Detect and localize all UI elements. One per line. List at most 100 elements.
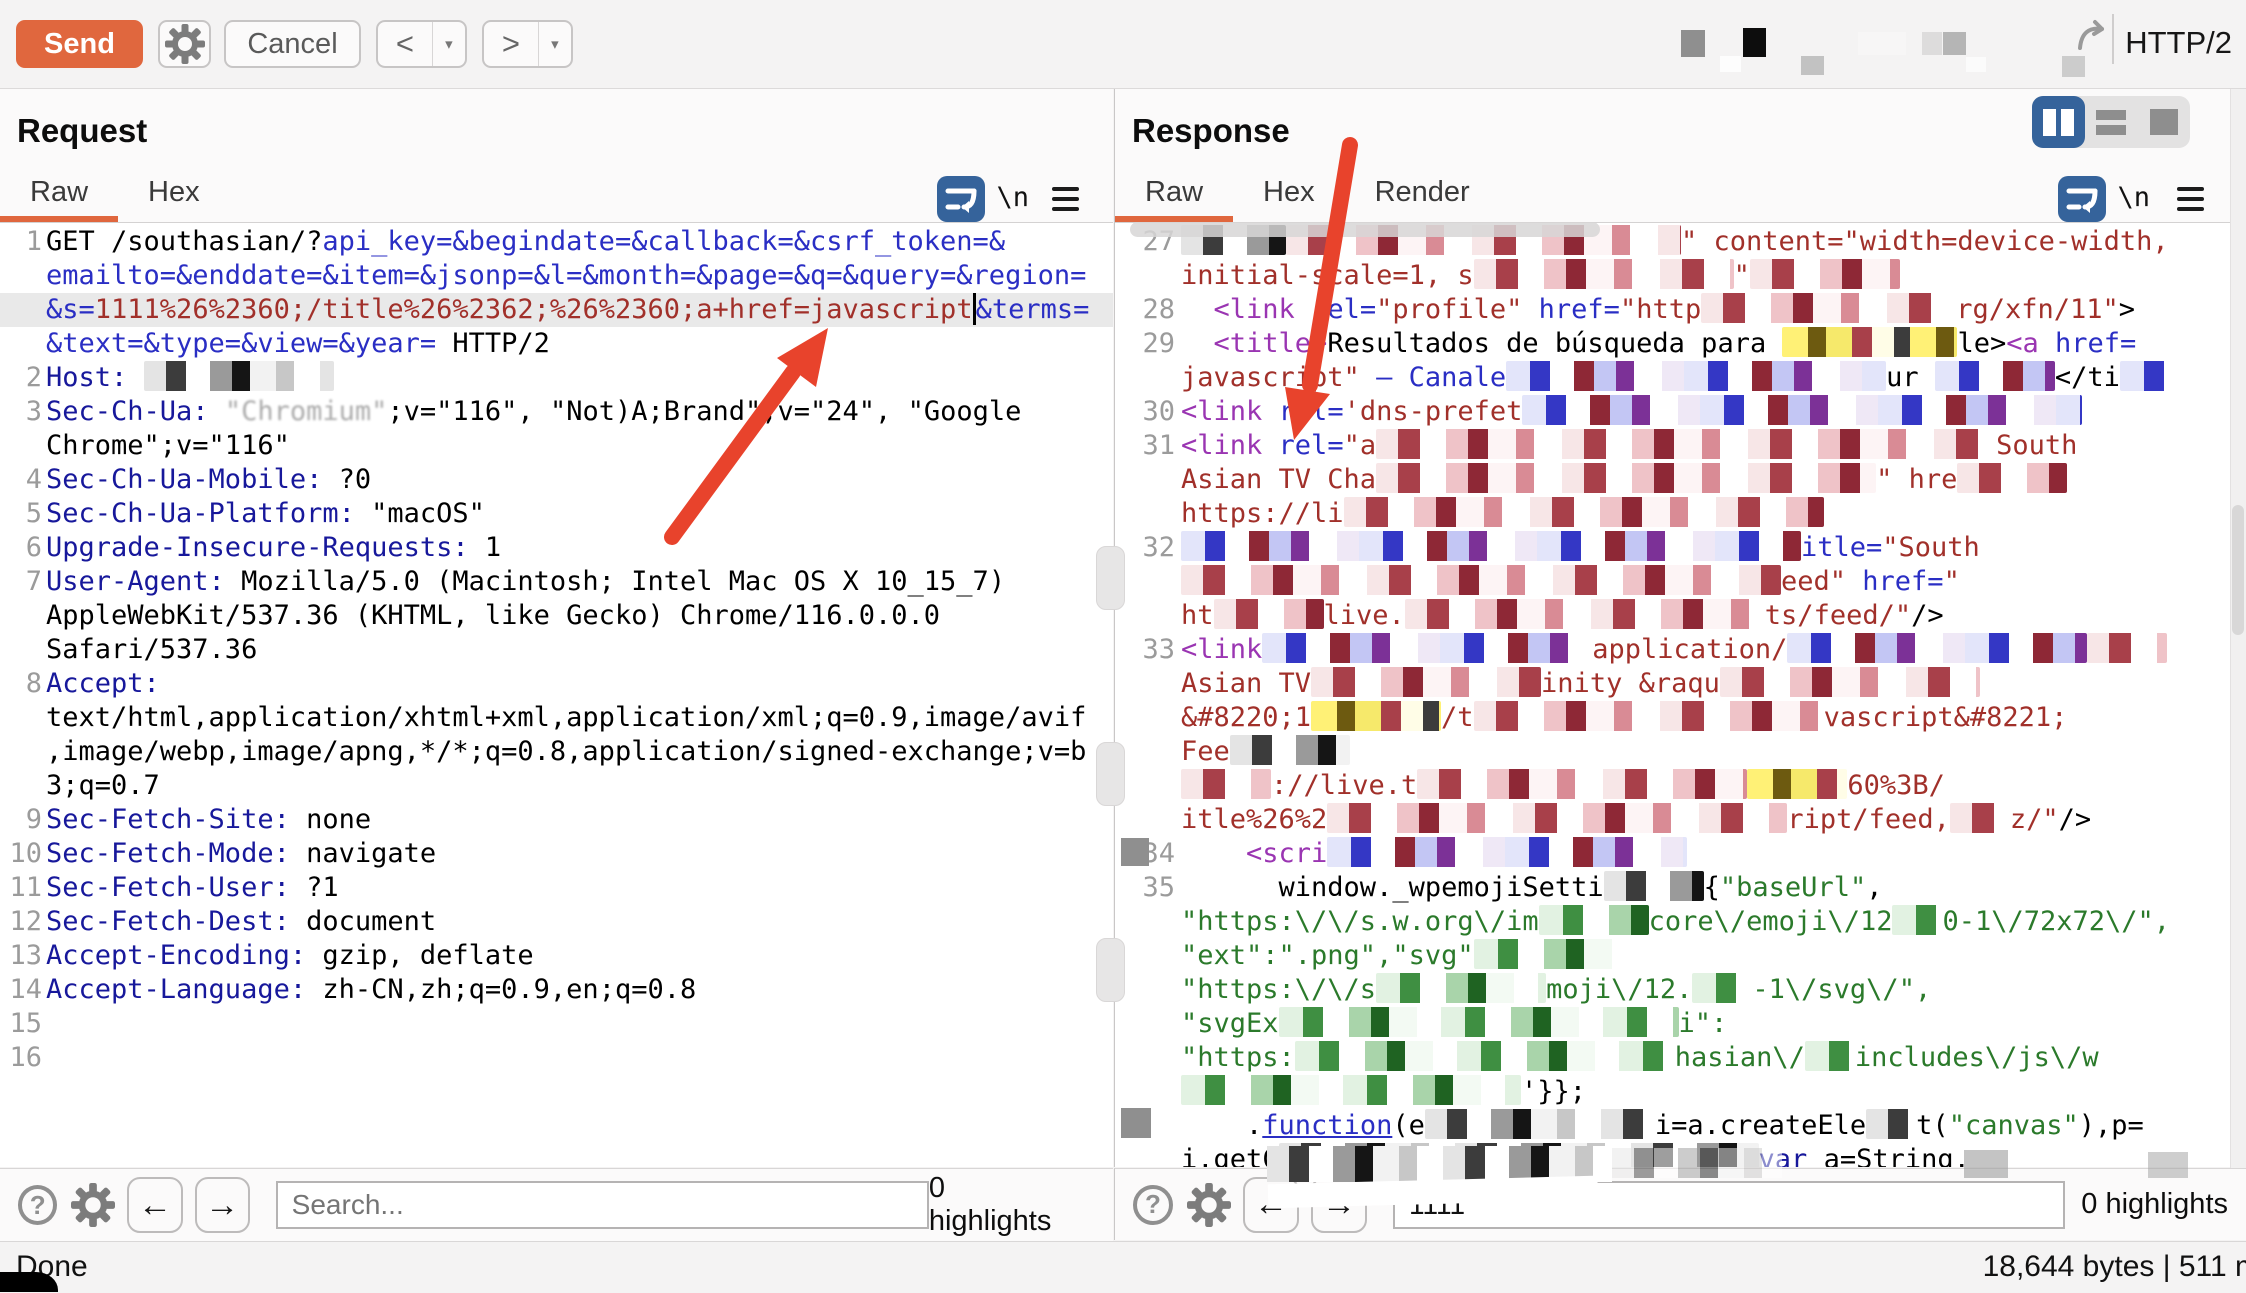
- code-text: ?0: [322, 464, 372, 495]
- line-number: [0, 599, 42, 633]
- protocol-label[interactable]: HTTP/2: [2125, 25, 2232, 61]
- code-text: ": [1943, 566, 1960, 597]
- pane-divider-grip[interactable]: [1096, 546, 1125, 610]
- rows-icon: [2096, 109, 2126, 135]
- search-settings-button[interactable]: [1187, 1183, 1231, 1227]
- help-icon[interactable]: ?: [18, 1185, 58, 1225]
- layout-columns-button[interactable]: [2032, 96, 2085, 148]
- gear-icon: [1187, 1183, 1231, 1227]
- redacted-target-block: [1858, 32, 1906, 55]
- code-text: />: [2058, 804, 2092, 835]
- line-number: 12: [9, 906, 42, 937]
- scrollbar-thumb[interactable]: [2232, 505, 2244, 635]
- tab-response-render[interactable]: Render: [1345, 176, 1500, 216]
- code-text: itle=: [1801, 532, 1883, 563]
- show-newlines-toggle[interactable]: \n: [2117, 182, 2150, 213]
- redacted-target-block: [1681, 30, 1705, 57]
- code-text: Sec-Fetch-Dest:: [46, 906, 290, 937]
- code-text: South: [1996, 430, 2078, 461]
- single-pane-icon: [2149, 109, 2178, 135]
- redaction-mosaic: [1701, 292, 1957, 323]
- cancel-button[interactable]: Cancel: [224, 20, 361, 68]
- request-settings-button[interactable]: [158, 20, 211, 68]
- tab-response-raw[interactable]: Raw: [1115, 176, 1234, 222]
- code-text: navigate: [289, 838, 437, 869]
- redaction-block: [1964, 1150, 2008, 1178]
- editor-menu-icon[interactable]: [2177, 187, 2204, 217]
- code-row: "ext":".png","svg": [1115, 938, 2246, 973]
- code-text: zh-CN,zh;q=0.9,en;q=0.8: [306, 974, 697, 1005]
- tab-request-hex[interactable]: Hex: [118, 176, 230, 216]
- pane-divider-grip[interactable]: [1096, 742, 1125, 806]
- code-text: "https:\/\/s: [1181, 974, 1377, 1005]
- code-row: 13 Accept-Encoding: gzip, deflate: [0, 939, 1113, 973]
- line-number: 7: [25, 566, 42, 597]
- code-row: ht live. ts/feed/"/>: [1115, 598, 2246, 633]
- next-icon: >: [484, 22, 539, 66]
- code-text: moji\/12.: [1546, 974, 1693, 1005]
- redaction-mosaic: [1376, 972, 1547, 1003]
- code-text: "baseUrl": [1719, 872, 1867, 903]
- line-number: 4: [25, 464, 42, 495]
- editor-menu-icon[interactable]: [1052, 187, 1079, 217]
- gear-icon: [165, 24, 205, 64]
- search-next-button[interactable]: →: [194, 1177, 250, 1233]
- columns-icon: [2042, 108, 2074, 136]
- code-text: 60%3B/: [1847, 770, 1945, 801]
- layout-rows-button[interactable]: [2085, 96, 2138, 148]
- tab-request-raw[interactable]: Raw: [0, 176, 119, 222]
- code-text: Fee: [1181, 736, 1230, 767]
- code-text: Asian TV Cha: [1181, 464, 1377, 495]
- text-cursor: [972, 292, 976, 325]
- word-wrap-toggle[interactable]: [937, 176, 985, 222]
- previous-request-button[interactable]: < ▾: [376, 20, 467, 68]
- redaction-mosaic: [1294, 1040, 1675, 1071]
- redaction-mosaic: [1424, 1108, 1655, 1139]
- send-button[interactable]: Send: [16, 20, 143, 68]
- code-text: {: [1703, 872, 1720, 903]
- show-newlines-toggle[interactable]: \n: [996, 182, 1029, 213]
- code-row: 2 Host:: [0, 360, 1113, 395]
- search-previous-button[interactable]: ←: [127, 1177, 183, 1233]
- chevron-down-icon[interactable]: ▾: [539, 35, 571, 53]
- scrollbar-track[interactable]: [2230, 89, 2246, 1240]
- line-number: [0, 633, 42, 667]
- code-text: includes\/js\/w: [1854, 1042, 2099, 1073]
- code-text: Sec-Ch-Ua-Platform:: [46, 498, 355, 529]
- line-number: [0, 769, 42, 803]
- code-row: &#8220;1/t vascript&#8221;: [1115, 700, 2246, 735]
- code-row: javascript" – Canale ur </ti: [1115, 360, 2246, 395]
- code-text: rel=: [1278, 396, 1344, 427]
- redacted-target-block: [1943, 32, 1966, 55]
- code-text: "a: [1343, 430, 1377, 461]
- code-text: AppleWebKit/537.36 (KHTML, like Gecko) C…: [46, 600, 941, 631]
- code-row: 29 <title>Resultados de búsqueda para le…: [1115, 326, 2246, 361]
- chevron-down-icon[interactable]: ▾: [433, 35, 465, 53]
- redaction-smear: [1130, 222, 1600, 237]
- code-text: inity &raqu: [1541, 668, 1720, 699]
- line-number: [1115, 667, 1175, 701]
- curved-arrow-icon: [2078, 20, 2104, 50]
- request-editor[interactable]: 1 GET /southasian/?api_key=&begindate=&ca…: [0, 223, 1113, 1167]
- layout-single-button[interactable]: [2137, 96, 2190, 148]
- code-text: ),p=: [2078, 1110, 2144, 1141]
- redaction-mosaic: [1603, 870, 1704, 901]
- redaction-mosaic: [1278, 1006, 1679, 1037]
- code-text: – Canale: [1376, 362, 1507, 393]
- response-editor[interactable]: 27 " content="width=device-width, initial-…: [1115, 223, 2246, 1167]
- word-wrap-toggle[interactable]: [2058, 176, 2106, 222]
- next-request-button[interactable]: > ▾: [482, 20, 573, 68]
- word-wrap-icon: [940, 177, 982, 221]
- pane-divider-grip[interactable]: [1096, 938, 1125, 1002]
- tab-response-hex[interactable]: Hex: [1233, 176, 1345, 216]
- request-search-input[interactable]: [275, 1181, 929, 1229]
- help-icon[interactable]: ?: [1133, 1184, 1173, 1225]
- search-settings-button[interactable]: [71, 1183, 115, 1227]
- redaction-mosaic: [1311, 700, 1442, 731]
- code-text: a=String.: [1807, 1144, 1970, 1167]
- layout-toggle: [2032, 96, 2190, 148]
- code-text: document: [289, 906, 437, 937]
- code-row: 30 <link rel='dns-prefet: [1115, 394, 2246, 429]
